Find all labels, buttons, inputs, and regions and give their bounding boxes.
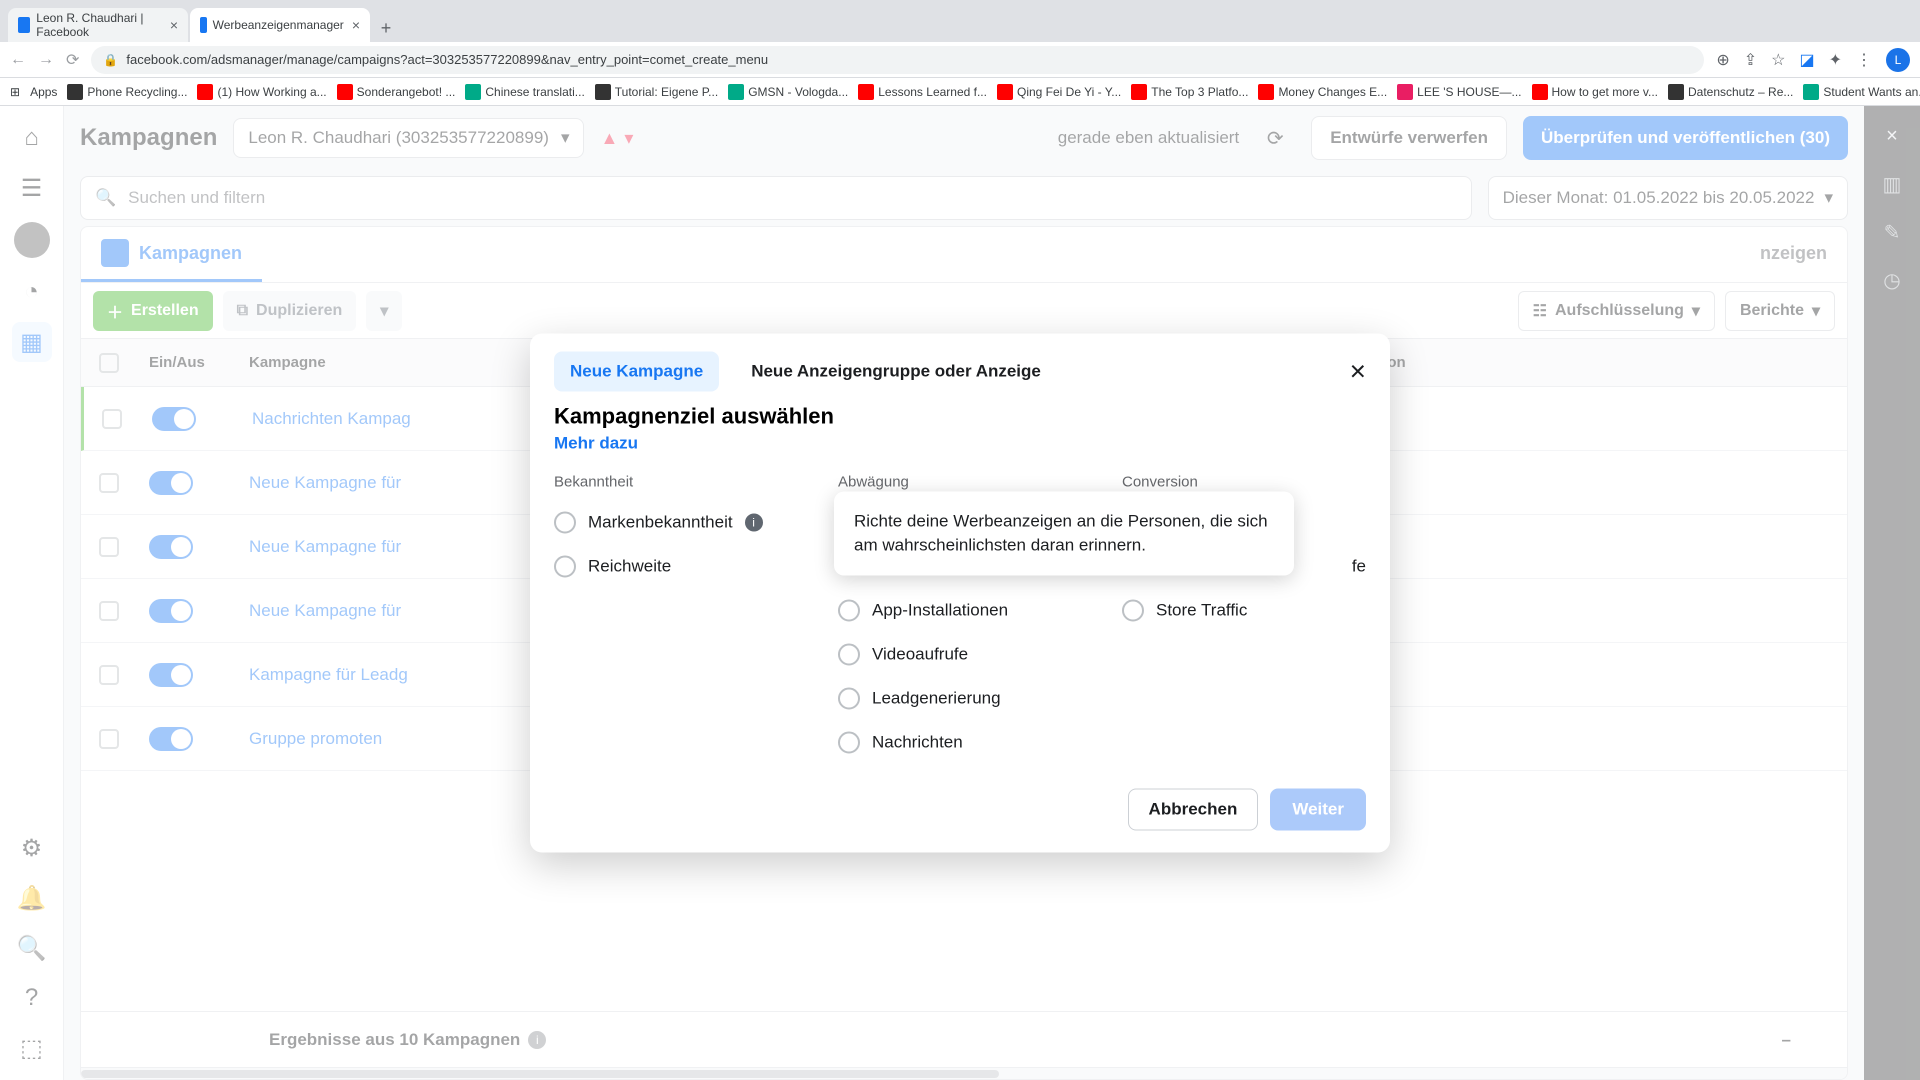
cancel-button[interactable]: Abbrechen: [1128, 789, 1259, 831]
info-icon[interactable]: i: [745, 514, 763, 532]
objective-column-awareness: Bekanntheit Markenbekanntheit i Reichwei…: [554, 474, 798, 765]
bookmark-item[interactable]: Qing Fei De Yi - Y...: [997, 84, 1121, 100]
bookmark-item[interactable]: Student Wants an...: [1803, 84, 1920, 100]
radio-icon: [1122, 600, 1144, 622]
tab-title: Leon R. Chaudhari | Facebook: [36, 11, 162, 39]
learn-more-link[interactable]: Mehr dazu: [554, 434, 638, 454]
radio-icon: [838, 688, 860, 710]
radio-icon: [554, 512, 576, 534]
bookmark-item[interactable]: How to get more v...: [1532, 84, 1658, 100]
close-icon[interactable]: ×: [170, 17, 178, 33]
url-text: facebook.com/adsmanager/manage/campaigns…: [126, 52, 768, 67]
profile-avatar[interactable]: L: [1886, 48, 1910, 72]
modal-tab-existing[interactable]: Neue Anzeigengruppe oder Anzeige: [735, 352, 1057, 392]
browser-tab[interactable]: Werbeanzeigenmanager ×: [190, 8, 370, 42]
extension-icon[interactable]: ◪: [1799, 50, 1814, 70]
new-tab-button[interactable]: +: [372, 14, 400, 42]
radio-icon: [554, 556, 576, 578]
star-icon[interactable]: ☆: [1771, 50, 1785, 70]
bookmark-item[interactable]: Money Changes E...: [1258, 84, 1387, 100]
bookmark-item[interactable]: GMSN - Vologda...: [728, 84, 848, 100]
next-button[interactable]: Weiter: [1270, 789, 1366, 831]
lock-icon: 🔒: [103, 53, 118, 67]
objective-reach[interactable]: Reichweite: [554, 545, 798, 589]
back-icon[interactable]: ←: [10, 51, 26, 69]
radio-icon: [838, 600, 860, 622]
bookmark-item[interactable]: LEE 'S HOUSE—...: [1397, 84, 1521, 100]
objective-brand-awareness[interactable]: Markenbekanntheit i: [554, 501, 798, 545]
column-heading: Conversion: [1122, 474, 1366, 491]
main-content: Kampagnen Leon R. Chaudhari (30325357722…: [64, 106, 1864, 1080]
modal-title: Kampagnenziel auswählen: [554, 404, 1366, 430]
column-heading: Bekanntheit: [554, 474, 798, 491]
facebook-favicon: [18, 17, 30, 33]
puzzle-icon[interactable]: ✦: [1829, 50, 1842, 70]
browser-tab-strip: Leon R. Chaudhari | Facebook × Werbeanze…: [0, 0, 1920, 42]
close-icon[interactable]: ×: [1350, 356, 1366, 388]
apps-icon[interactable]: ⊞: [10, 85, 20, 99]
zoom-icon[interactable]: ⊕: [1716, 50, 1729, 70]
bookmark-item[interactable]: Sonderangebot! ...: [337, 84, 456, 100]
browser-url-bar: ← → ⟳ 🔒 facebook.com/adsmanager/manage/c…: [0, 42, 1920, 78]
address-bar[interactable]: 🔒 facebook.com/adsmanager/manage/campaig…: [91, 46, 1704, 74]
objective-lead-generation[interactable]: Leadgenerierung: [838, 677, 1082, 721]
radio-icon: [838, 644, 860, 666]
bookmark-item[interactable]: Lessons Learned f...: [858, 84, 987, 100]
facebook-favicon: [200, 17, 207, 33]
bookmarks-bar: ⊞ Apps Phone Recycling... (1) How Workin…: [0, 78, 1920, 106]
bookmark-item[interactable]: Phone Recycling...: [67, 84, 187, 100]
objective-messages[interactable]: Nachrichten: [838, 721, 1082, 765]
reload-icon[interactable]: ⟳: [66, 50, 79, 70]
bookmark-item[interactable]: Tutorial: Eigene P...: [595, 84, 718, 100]
forward-icon[interactable]: →: [38, 51, 54, 69]
bookmark-item[interactable]: (1) How Working a...: [197, 84, 326, 100]
browser-tab[interactable]: Leon R. Chaudhari | Facebook ×: [8, 8, 188, 42]
objective-app-installs[interactable]: App-Installationen: [838, 589, 1082, 633]
create-campaign-modal: Neue Kampagne Neue Anzeigengruppe oder A…: [530, 334, 1390, 853]
close-icon[interactable]: ×: [352, 17, 360, 33]
bookmark-item[interactable]: Apps: [30, 85, 57, 99]
tab-title: Werbeanzeigenmanager: [213, 18, 344, 32]
share-icon[interactable]: ⇪: [1744, 50, 1757, 70]
menu-icon[interactable]: ⋮: [1856, 50, 1872, 70]
modal-tab-new-campaign[interactable]: Neue Kampagne: [554, 352, 719, 392]
bookmark-item[interactable]: The Top 3 Platfo...: [1131, 84, 1248, 100]
column-heading: Abwägung: [838, 474, 1082, 491]
objective-store-traffic[interactable]: Store Traffic: [1122, 589, 1366, 633]
bookmark-item[interactable]: Chinese translati...: [465, 84, 584, 100]
objective-video-views[interactable]: Videoaufrufe: [838, 633, 1082, 677]
bookmark-item[interactable]: Datenschutz – Re...: [1668, 84, 1793, 100]
radio-icon: [838, 732, 860, 754]
objective-tooltip: Richte deine Werbeanzeigen an die Person…: [834, 492, 1294, 576]
